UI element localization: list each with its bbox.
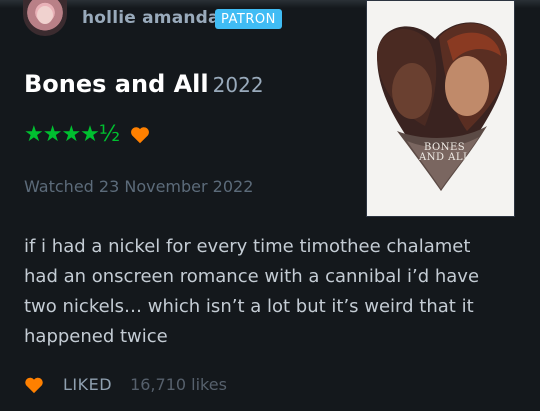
avatar-face xyxy=(37,6,53,24)
username[interactable]: hollie amanda xyxy=(82,8,220,28)
patron-badge: PATRON xyxy=(215,9,282,29)
avatar[interactable] xyxy=(23,0,67,36)
review-body: if i had a nickel for every time timothe… xyxy=(24,232,504,352)
film-title-text[interactable]: Bones and All xyxy=(24,70,209,98)
watched-date: Watched 23 November 2022 xyxy=(24,177,254,196)
film-title[interactable]: Bones and All 2022 xyxy=(24,70,264,98)
film-year[interactable]: 2022 xyxy=(213,73,264,97)
review-text: if i had a nickel for every time timothe… xyxy=(24,236,480,347)
likes-count[interactable]: 16,710 likes xyxy=(130,375,227,394)
like-row: LIKED 16,710 likes xyxy=(24,375,227,394)
star-rating: ★★★★½ xyxy=(24,122,120,147)
heart-icon xyxy=(131,126,150,143)
liked-button[interactable]: LIKED xyxy=(63,375,112,394)
liked-heart-icon[interactable] xyxy=(24,376,44,394)
poster-art xyxy=(367,1,514,216)
poster-title: BONES AND ALL xyxy=(419,143,470,163)
poster-title-line2: AND ALL xyxy=(419,152,471,163)
rating-row: ★★★★½ xyxy=(24,122,151,147)
film-poster[interactable]: BONES AND ALL xyxy=(366,0,515,217)
